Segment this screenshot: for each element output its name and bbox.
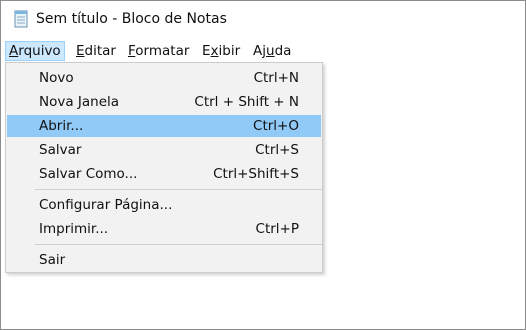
menu-item-salvar[interactable]: Salvar Ctrl+S (7, 139, 321, 161)
menu-item-abrir[interactable]: Abrir... Ctrl+O (7, 115, 321, 137)
menu-item-configurar-pagina[interactable]: Configurar Página... (7, 194, 321, 216)
menu-formatar[interactable]: Formatar (124, 41, 193, 61)
shortcut-label: Ctrl+O (253, 118, 299, 134)
window-title: Sem título - Bloco de Notas (36, 11, 227, 27)
menu-exibir[interactable]: Exibir (198, 41, 244, 61)
menu-item-salvar-como[interactable]: Salvar Como... Ctrl+Shift+S (7, 163, 321, 185)
shortcut-label: Ctrl + Shift + N (194, 94, 299, 110)
menu-arquivo[interactable]: Arquivo (5, 41, 65, 61)
menu-item-imprimir[interactable]: Imprimir... Ctrl+P (7, 218, 321, 240)
shortcut-label: Ctrl+N (253, 70, 299, 86)
menu-item-sair[interactable]: Sair (7, 249, 321, 271)
menu-separator (35, 189, 322, 190)
menu-bar: Arquivo Editar Formatar Exibir Ajuda (1, 39, 525, 63)
menu-separator (35, 244, 322, 245)
menu-item-novo[interactable]: Novo Ctrl+N (7, 67, 321, 89)
shortcut-label: Ctrl+P (255, 221, 299, 237)
notepad-icon (14, 10, 28, 28)
menu-item-nova-janela[interactable]: Nova Janela Ctrl + Shift + N (7, 91, 321, 113)
menu-editar[interactable]: Editar (72, 41, 120, 61)
shortcut-label: Ctrl+S (255, 142, 299, 158)
shortcut-label: Ctrl+Shift+S (213, 166, 299, 182)
menu-ajuda[interactable]: Ajuda (249, 41, 295, 61)
file-menu-dropdown: Novo Ctrl+N Nova Janela Ctrl + Shift + N… (5, 62, 323, 273)
title-bar[interactable]: Sem título - Bloco de Notas (1, 1, 525, 39)
